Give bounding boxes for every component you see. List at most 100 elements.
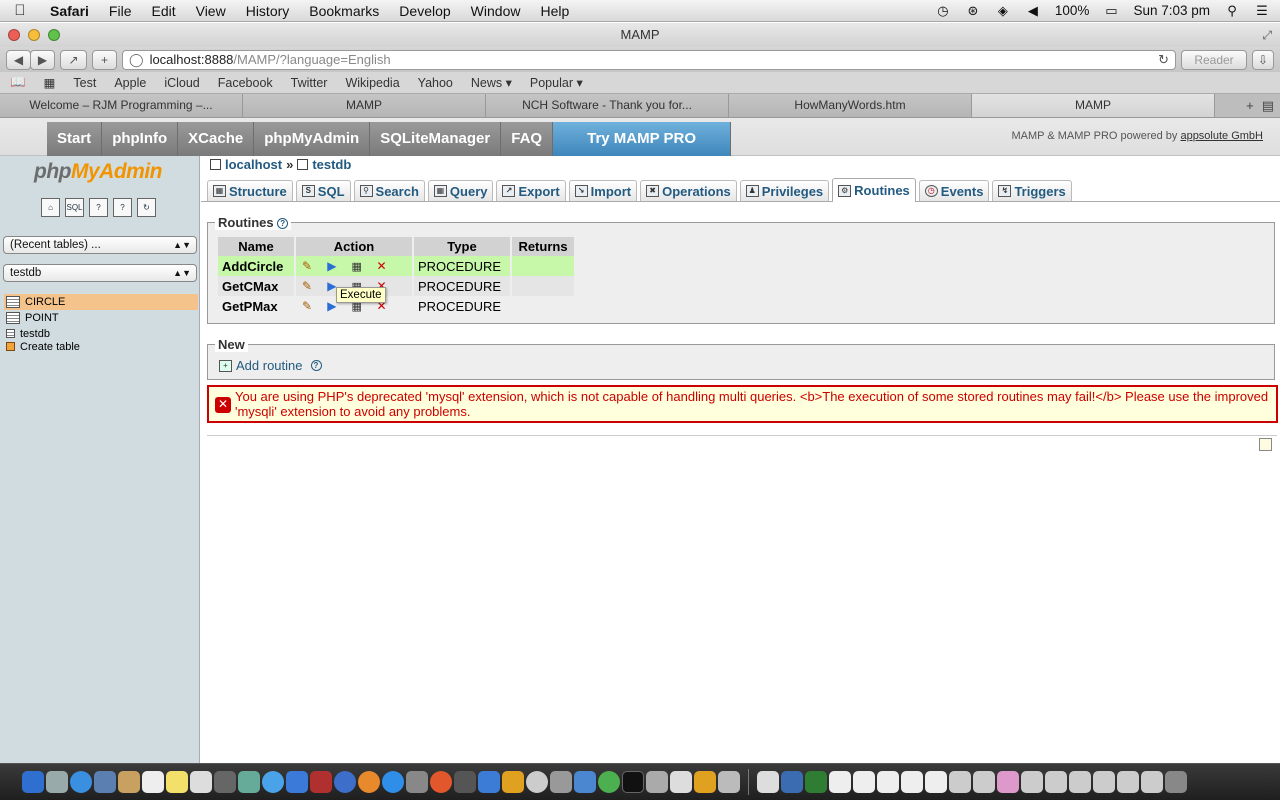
launchpad-icon[interactable] bbox=[46, 771, 68, 793]
fullscreen-icon[interactable]: ⤢ bbox=[1262, 23, 1272, 47]
menu-help[interactable]: Help bbox=[530, 3, 579, 19]
app-icon[interactable] bbox=[526, 771, 548, 793]
execute-play-icon[interactable]: ▶ bbox=[325, 259, 339, 273]
table-item-circle[interactable]: CIRCLE bbox=[4, 294, 198, 310]
breadcrumb-db[interactable]: testdb bbox=[312, 157, 351, 172]
sql-docs-icon[interactable]: ? bbox=[113, 198, 132, 217]
document-icon[interactable] bbox=[877, 771, 899, 793]
photos-icon[interactable] bbox=[238, 771, 260, 793]
bookmark-test[interactable]: Test bbox=[73, 76, 96, 90]
reader-button[interactable]: Reader bbox=[1181, 49, 1247, 70]
clock[interactable]: Sun 7:03 pm bbox=[1133, 3, 1210, 18]
window-icon[interactable] bbox=[1021, 771, 1043, 793]
app-icon[interactable] bbox=[310, 771, 332, 793]
back-button[interactable]: ◀ bbox=[6, 49, 31, 70]
app-icon[interactable] bbox=[550, 771, 572, 793]
browser-tab[interactable]: MAMP bbox=[243, 94, 486, 117]
bookmark-popular[interactable]: Popular ▾ bbox=[530, 75, 583, 90]
tab-triggers[interactable]: ↯ Triggers bbox=[992, 180, 1072, 201]
close-window-button[interactable] bbox=[8, 29, 20, 41]
mamp-nav-sqlitemanager[interactable]: SQLiteManager bbox=[370, 122, 502, 156]
window-icon[interactable] bbox=[1093, 771, 1115, 793]
tab-overview-icon[interactable]: ▤ bbox=[1262, 98, 1274, 114]
document-icon[interactable] bbox=[757, 771, 779, 793]
spotlight-search-icon[interactable]: ⚲ bbox=[1224, 3, 1240, 18]
bookmark-news[interactable]: News ▾ bbox=[471, 75, 512, 90]
mail-icon[interactable] bbox=[94, 771, 116, 793]
forward-button[interactable]: ▶ bbox=[30, 49, 55, 70]
breadcrumb-server[interactable]: localhost bbox=[225, 157, 282, 172]
col-returns[interactable]: Returns bbox=[512, 237, 574, 256]
docs-icon[interactable]: ? bbox=[89, 198, 108, 217]
bookmark-icloud[interactable]: iCloud bbox=[164, 76, 199, 90]
share-button[interactable]: ↗ bbox=[60, 49, 87, 70]
document-icon[interactable] bbox=[829, 771, 851, 793]
app-icon[interactable] bbox=[646, 771, 668, 793]
app-icon[interactable] bbox=[574, 771, 596, 793]
bookmark-yahoo[interactable]: Yahoo bbox=[418, 76, 453, 90]
notification-center-icon[interactable]: ☰ bbox=[1254, 3, 1270, 18]
itunes-icon[interactable] bbox=[334, 771, 356, 793]
battery-percent[interactable]: 100% bbox=[1055, 3, 1090, 18]
window-icon[interactable] bbox=[973, 771, 995, 793]
db-link-label[interactable]: testdb bbox=[20, 328, 50, 340]
app-icon[interactable] bbox=[286, 771, 308, 793]
try-mamp-pro-button[interactable]: Try MAMP PRO bbox=[553, 122, 732, 156]
zoom-window-button[interactable] bbox=[48, 29, 60, 41]
app-icon[interactable] bbox=[502, 771, 524, 793]
app-icon[interactable] bbox=[454, 771, 476, 793]
terminal-icon[interactable] bbox=[622, 771, 644, 793]
help-icon[interactable]: ? bbox=[277, 218, 289, 230]
menu-develop[interactable]: Develop bbox=[389, 3, 460, 19]
mamp-nav-faq[interactable]: FAQ bbox=[501, 122, 554, 156]
table-name[interactable]: POINT bbox=[25, 312, 59, 324]
tab-events[interactable]: ◷ Events bbox=[918, 180, 990, 201]
trash-icon[interactable] bbox=[1165, 771, 1187, 793]
mamp-nav-xcache[interactable]: XCache bbox=[178, 122, 255, 156]
db-link[interactable]: testdb bbox=[4, 327, 198, 340]
recent-tables-select[interactable]: (Recent tables) ... ▲▼ bbox=[3, 236, 197, 254]
export-icon[interactable]: ▦ bbox=[350, 260, 364, 274]
edit-pencil-icon[interactable]: ✎ bbox=[300, 279, 314, 293]
col-type[interactable]: Type bbox=[414, 237, 510, 256]
reload-icon[interactable]: ↻ bbox=[1158, 52, 1169, 68]
document-icon[interactable] bbox=[901, 771, 923, 793]
tab-import[interactable]: ↘ Import bbox=[568, 180, 638, 201]
safari-icon[interactable] bbox=[70, 771, 92, 793]
app-store-icon[interactable] bbox=[382, 771, 404, 793]
mamp-nav-phpinfo[interactable]: phpInfo bbox=[102, 122, 179, 156]
facetime-icon[interactable] bbox=[214, 771, 236, 793]
tab-structure[interactable]: ▦ Structure bbox=[207, 180, 293, 201]
menu-bookmarks[interactable]: Bookmarks bbox=[299, 3, 389, 19]
database-select[interactable]: testdb ▲▼ bbox=[3, 264, 197, 282]
mamp-nav-start[interactable]: Start bbox=[47, 122, 103, 156]
firefox-icon[interactable] bbox=[430, 771, 452, 793]
calendar-icon[interactable] bbox=[142, 771, 164, 793]
browser-tab[interactable]: NCH Software - Thank you for... bbox=[486, 94, 729, 117]
chrome-icon[interactable] bbox=[598, 771, 620, 793]
tab-routines[interactable]: ⚙ Routines bbox=[832, 178, 916, 202]
time-machine-icon[interactable]: ◷ bbox=[935, 3, 951, 18]
col-name[interactable]: Name bbox=[218, 237, 294, 256]
add-routine-label[interactable]: Add routine bbox=[236, 358, 303, 373]
minimize-window-button[interactable] bbox=[28, 29, 40, 41]
window-icon[interactable] bbox=[781, 771, 803, 793]
volume-icon[interactable]: ◀ bbox=[1025, 3, 1041, 18]
wifi-icon[interactable]: ◈ bbox=[995, 3, 1011, 18]
tab-export[interactable]: ↗ Export bbox=[496, 180, 566, 201]
apple-icon[interactable]:  bbox=[0, 2, 40, 19]
window-icon[interactable] bbox=[1045, 771, 1067, 793]
table-icon[interactable] bbox=[6, 296, 20, 308]
bookmark-apple[interactable]: Apple bbox=[114, 76, 146, 90]
document-icon[interactable] bbox=[925, 771, 947, 793]
bookmark-facebook[interactable]: Facebook bbox=[218, 76, 273, 90]
home-icon[interactable]: ⌂ bbox=[41, 198, 60, 217]
messages-icon[interactable] bbox=[262, 771, 284, 793]
bookmark-twitter[interactable]: Twitter bbox=[291, 76, 328, 90]
add-tab-icon[interactable]: + bbox=[1246, 98, 1254, 113]
app-icon[interactable] bbox=[670, 771, 692, 793]
edit-pencil-icon[interactable]: ✎ bbox=[300, 259, 314, 273]
drop-x-icon[interactable]: ✕ bbox=[375, 259, 389, 273]
menu-edit[interactable]: Edit bbox=[141, 3, 185, 19]
browser-tab[interactable]: HowManyWords.htm bbox=[729, 94, 972, 117]
